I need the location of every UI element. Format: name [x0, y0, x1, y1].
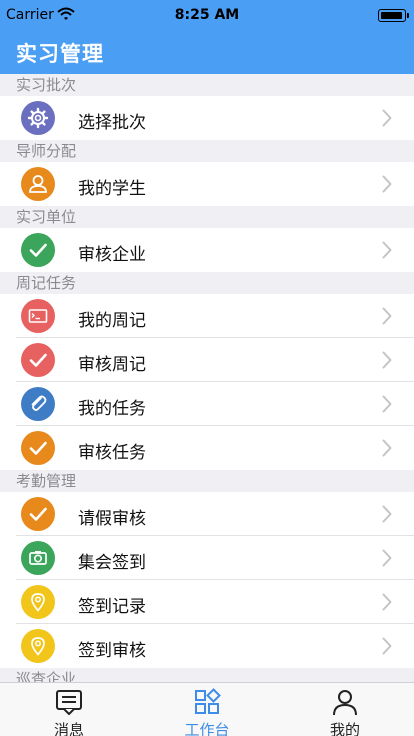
user-icon — [21, 167, 55, 201]
tab-label: 我的 — [329, 721, 360, 736]
camera-icon — [21, 541, 55, 575]
tab-item[interactable]: 我的 — [276, 683, 414, 736]
section-header: 周记任务 — [0, 272, 414, 294]
menu-row[interactable]: 选择批次 — [0, 96, 414, 140]
menu-row[interactable]: 集会签到 — [0, 536, 414, 580]
tab-label: 工作台 — [184, 721, 230, 736]
chevron-right-icon — [382, 593, 392, 611]
menu-row-label: 集会签到 — [78, 553, 146, 573]
menu-row[interactable]: 审核任务 — [0, 426, 414, 470]
workbench-icon — [192, 687, 222, 717]
message-icon — [54, 687, 84, 717]
check-icon — [21, 233, 55, 267]
chevron-right-icon — [382, 395, 392, 413]
terminal-icon — [21, 299, 55, 333]
chevron-right-icon — [382, 439, 392, 457]
navigation-bar: 实习管理 — [0, 30, 414, 74]
menu-row-label: 选择批次 — [78, 113, 146, 133]
menu-row[interactable]: 签到审核 — [0, 624, 414, 668]
status-time: 8:25 AM — [174, 7, 240, 23]
menu-row-label: 审核企业 — [78, 245, 146, 265]
menu-row[interactable]: 签到记录 — [0, 580, 414, 624]
menu-row-label: 我的任务 — [78, 399, 146, 419]
chevron-right-icon — [382, 637, 392, 655]
check-icon — [21, 343, 55, 377]
battery-icon — [378, 9, 409, 22]
menu-row[interactable]: 我的任务 — [0, 382, 414, 426]
chevron-right-icon — [382, 549, 392, 567]
page-title: 实习管理 — [16, 42, 104, 66]
section-header: 导师分配 — [0, 140, 414, 162]
section-header: 实习单位 — [0, 206, 414, 228]
menu-list[interactable]: 实习批次选择批次导师分配我的学生实习单位审核企业周记任务我的周记审核周记我的任务… — [0, 74, 414, 682]
menu-row-label: 请假审核 — [78, 509, 146, 529]
menu-row-label: 我的周记 — [78, 311, 146, 331]
menu-row[interactable]: 审核企业 — [0, 228, 414, 272]
chevron-right-icon — [382, 307, 392, 325]
chevron-right-icon — [382, 241, 392, 259]
menu-row-label: 签到审核 — [78, 641, 146, 661]
paperclip-icon — [21, 387, 55, 421]
tab-bar: 消息 工作台 我的 — [0, 682, 414, 736]
chevron-right-icon — [382, 351, 392, 369]
tab-label: 消息 — [53, 721, 84, 736]
menu-row[interactable]: 我的学生 — [0, 162, 414, 206]
check-icon — [21, 431, 55, 465]
tab-item[interactable]: 消息 — [0, 683, 138, 736]
menu-row[interactable]: 审核周记 — [0, 338, 414, 382]
location-pin-icon — [21, 585, 55, 619]
menu-row-label: 签到记录 — [78, 597, 146, 617]
section-header: 巡查企业 — [0, 668, 414, 682]
profile-icon — [330, 687, 360, 717]
chevron-right-icon — [382, 109, 392, 127]
menu-row-label: 审核任务 — [78, 443, 146, 463]
menu-row-label: 审核周记 — [78, 355, 146, 375]
location-pin-icon — [21, 629, 55, 663]
status-bar: Carrier 8:25 AM — [0, 0, 414, 30]
section-header: 考勤管理 — [0, 470, 414, 492]
menu-row-label: 我的学生 — [78, 179, 146, 199]
check-icon — [21, 497, 55, 531]
menu-row[interactable]: 我的周记 — [0, 294, 414, 338]
gear-icon — [21, 101, 55, 135]
section-header: 实习批次 — [0, 74, 414, 96]
chevron-right-icon — [382, 175, 392, 193]
chevron-right-icon — [382, 505, 392, 523]
tab-item[interactable]: 工作台 — [138, 683, 276, 736]
menu-row[interactable]: 请假审核 — [0, 492, 414, 536]
